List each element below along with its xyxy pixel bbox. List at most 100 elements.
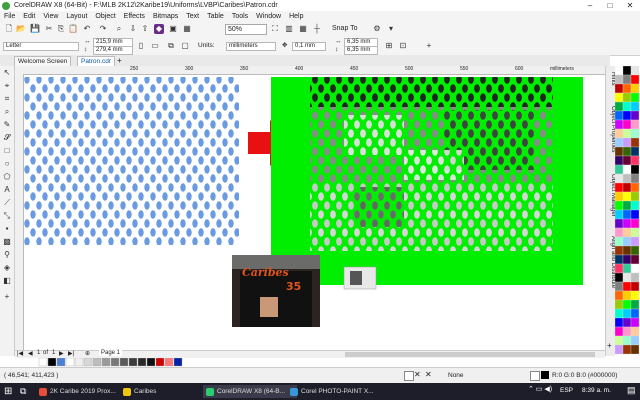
taskbar-item-photopaint[interactable]: Corel PHOTO-PAINT X... — [287, 385, 381, 398]
publish-pdf-icon[interactable]: ▣ — [168, 24, 178, 34]
vertical-ruler[interactable] — [15, 74, 24, 350]
landscape-icon[interactable]: ▭ — [150, 41, 160, 51]
import-icon[interactable]: ⇩ — [128, 24, 138, 34]
clock[interactable]: 8:39 a. m. — [582, 387, 611, 394]
horizontal-ruler[interactable]: 250 300 350 400 450 500 550 600 millimet… — [15, 66, 605, 75]
document-palette[interactable] — [15, 357, 605, 367]
open-icon[interactable]: 📂 — [16, 24, 26, 34]
treat-as-filled-icon[interactable]: ⊡ — [398, 41, 408, 51]
nudge-distance-input[interactable]: 0,1 mm — [292, 42, 326, 51]
ellipse-tool-icon[interactable]: ○ — [2, 159, 12, 169]
copy-icon[interactable]: ⎘ — [56, 24, 66, 34]
palette-swatch — [630, 299, 640, 310]
menu-bitmaps[interactable]: Bitmaps — [153, 13, 178, 20]
prev-page-icon[interactable]: ◀ — [28, 350, 33, 357]
taskbar-item-folder[interactable]: Caribes — [120, 385, 214, 398]
tab-patron[interactable]: Patron.cdr — [77, 56, 115, 66]
tab-welcome-screen[interactable]: Welcome Screen — [14, 56, 72, 66]
crop-tool-icon[interactable]: ⌗ — [2, 94, 12, 104]
transparency-tool-icon[interactable]: ▩ — [2, 237, 12, 247]
full-screen-icon[interactable]: ⛶ — [270, 24, 280, 34]
search-content-icon[interactable]: ⌕ — [114, 24, 124, 34]
page-height-input[interactable]: 279,4 mm — [93, 46, 133, 55]
redo-icon[interactable]: ↷ — [98, 24, 108, 34]
current-page-icon[interactable]: ▢ — [180, 41, 190, 51]
drop-shadow-icon[interactable]: ▪ — [2, 224, 12, 234]
launch-icon[interactable]: ▦ — [182, 24, 192, 34]
new-document-icon[interactable]: 🗋 — [4, 24, 14, 34]
portrait-icon[interactable]: ▯ — [136, 41, 146, 51]
page-size-select[interactable]: Letter — [3, 42, 79, 51]
drawing-canvas[interactable]: Caribes 35 — [24, 75, 605, 349]
docker-add-icon[interactable]: + — [607, 341, 612, 350]
options-gear-icon[interactable]: ⚙ — [372, 24, 382, 34]
show-guidelines-icon[interactable]: ┼ — [312, 24, 322, 34]
horizontal-scrollbar[interactable] — [345, 352, 595, 357]
menu-text[interactable]: Text — [186, 13, 199, 20]
snap-to-dropdown[interactable]: Snap To — [332, 24, 366, 33]
notifications-icon[interactable]: ▤ — [627, 385, 636, 396]
palette-swatch — [614, 74, 624, 85]
parallel-dimension-icon[interactable]: ⟋ — [2, 198, 12, 208]
menu-view[interactable]: View — [43, 13, 58, 20]
artistic-media-icon[interactable]: 𝓢 — [2, 133, 12, 143]
freehand-tool-icon[interactable]: ✎ — [2, 120, 12, 130]
language-indicator[interactable]: ESP — [560, 387, 573, 394]
zoom-tool-icon[interactable]: ⌕ — [2, 107, 12, 117]
menu-file[interactable]: File — [4, 13, 15, 20]
maximize-button[interactable]: □ — [600, 0, 620, 11]
menu-tools[interactable]: Tools — [232, 13, 248, 20]
first-page-icon[interactable]: |◀ — [17, 350, 23, 357]
corel-connect-icon[interactable]: ◆ — [154, 24, 164, 34]
minimize-button[interactable]: – — [580, 0, 600, 11]
menu-object[interactable]: Object — [95, 13, 115, 20]
palette-swatch — [622, 101, 632, 112]
interactive-fill-icon[interactable]: ◈ — [2, 263, 12, 273]
undo-icon[interactable]: ↶ — [82, 24, 92, 34]
menu-table[interactable]: Table — [207, 13, 224, 20]
all-pages-icon[interactable]: ⧉ — [166, 41, 176, 51]
color-palette[interactable] — [614, 65, 640, 366]
add-preset-icon[interactable]: + — [424, 41, 434, 51]
shape-tool-icon[interactable]: ⌖ — [2, 81, 12, 91]
task-view-icon[interactable]: ⧉ — [20, 386, 26, 397]
show-rulers-icon[interactable]: ▥ — [284, 24, 294, 34]
close-button[interactable]: ✕ — [620, 0, 640, 11]
application-launcher-icon[interactable]: ▾ — [386, 24, 396, 34]
taskbar-item-coreldraw[interactable]: CorelDRAW X8 (64-B... — [203, 385, 297, 398]
text-tool-icon[interactable]: A — [2, 185, 12, 195]
menu-window[interactable]: Window — [256, 13, 281, 20]
menu-effects[interactable]: Effects — [124, 13, 145, 20]
last-page-icon[interactable]: ▶| — [68, 350, 74, 357]
rectangle-tool-icon[interactable]: □ — [2, 146, 12, 156]
system-tray-icons[interactable]: ⌃ ▭ ◀) — [528, 385, 552, 393]
smart-fill-icon[interactable]: ◧ — [2, 276, 12, 286]
units-label: Units: — [198, 42, 215, 49]
menu-edit[interactable]: Edit — [23, 13, 35, 20]
add-tool-icon[interactable]: + — [2, 292, 12, 302]
add-tab-icon[interactable]: + — [117, 56, 122, 65]
export-icon[interactable]: ⇧ — [140, 24, 150, 34]
paste-icon[interactable]: 📋 — [68, 24, 78, 34]
add-page-icon[interactable]: ⊕ — [85, 350, 90, 357]
connector-tool-icon[interactable]: ⤡ — [2, 211, 12, 221]
start-windows-icon[interactable]: ⊞ — [4, 386, 12, 397]
color-eyedropper-icon[interactable]: ⚲ — [2, 250, 12, 260]
zoom-level-select[interactable]: 50% — [225, 24, 267, 35]
units-select[interactable]: millimeters — [226, 42, 276, 51]
page-tab-1[interactable]: Page 1 — [99, 350, 123, 356]
menu-help[interactable]: Help — [289, 13, 303, 20]
polygon-tool-icon[interactable]: ⬠ — [2, 172, 12, 182]
save-icon[interactable]: 💾 — [30, 24, 40, 34]
next-page-icon[interactable]: ▶ — [59, 350, 64, 357]
duplicate-x-icon: ↔ — [335, 38, 342, 45]
palette-swatches[interactable] — [614, 65, 640, 366]
taskbar-item-chrome[interactable]: 2K Caribe 2019 Prox... — [36, 385, 130, 398]
menu-layout[interactable]: Layout — [66, 13, 87, 20]
show-grid-icon[interactable]: ▦ — [298, 24, 308, 34]
cut-icon[interactable]: ✂ — [44, 24, 54, 34]
duplicate-distance-y-input[interactable]: 6,35 mm — [344, 46, 378, 55]
pick-tool-icon[interactable]: ↖ — [2, 68, 12, 78]
align-to-page-icon[interactable]: ⊞ — [384, 41, 394, 51]
jersey-script-text: Caribes — [242, 266, 289, 279]
